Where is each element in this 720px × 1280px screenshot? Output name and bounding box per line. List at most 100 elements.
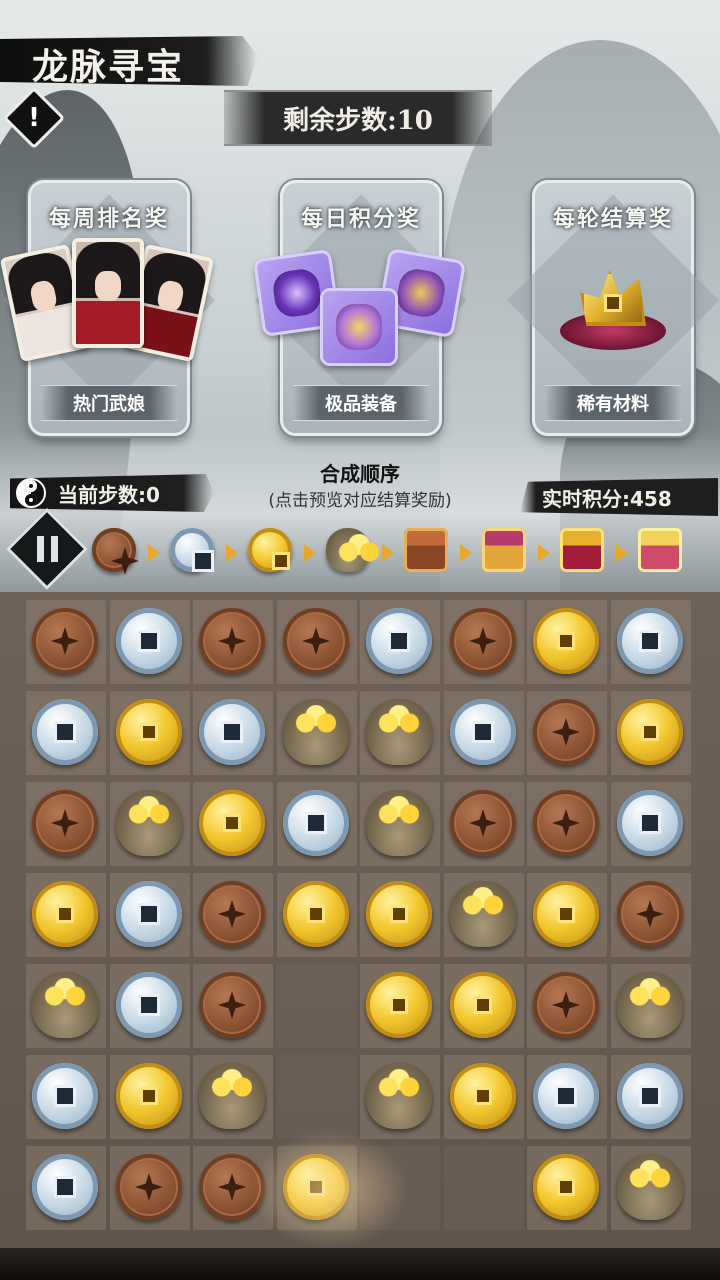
board-cell[interactable] — [110, 1146, 190, 1230]
combine-order-item[interactable] — [248, 528, 292, 572]
board-cell[interactable] — [26, 691, 106, 775]
board-cell[interactable] — [277, 691, 357, 775]
board-cell[interactable] — [193, 1055, 273, 1139]
bronze-coin-icon[interactable] — [450, 608, 516, 674]
gold-coin-icon[interactable] — [533, 881, 599, 947]
board-cell[interactable] — [444, 873, 524, 957]
gold-coin-icon[interactable] — [116, 1063, 182, 1129]
silver-coin-icon[interactable] — [617, 790, 683, 856]
board-cell[interactable] — [110, 1055, 190, 1139]
gold-coin-icon[interactable] — [366, 972, 432, 1038]
board-cell[interactable] — [444, 1146, 524, 1230]
board-cell[interactable] — [26, 1146, 106, 1230]
board-cell[interactable] — [527, 964, 607, 1048]
board-cell[interactable] — [277, 964, 357, 1048]
gold-coin-icon[interactable] — [199, 790, 265, 856]
board-cell[interactable] — [193, 873, 273, 957]
bronze-coin-icon[interactable] — [199, 1154, 265, 1220]
board-cell[interactable] — [360, 782, 440, 866]
board-cell[interactable] — [611, 873, 691, 957]
board-cell[interactable] — [110, 782, 190, 866]
board-cell[interactable] — [26, 964, 106, 1048]
silver-coin-icon[interactable] — [617, 608, 683, 674]
gold-ingot-bag-icon[interactable] — [116, 790, 182, 856]
silver-coin-icon[interactable] — [199, 699, 265, 765]
board-cell[interactable] — [527, 1055, 607, 1139]
board-cell[interactable] — [444, 691, 524, 775]
board-cell[interactable] — [193, 600, 273, 684]
board-cell[interactable] — [611, 1055, 691, 1139]
gold-ingot-bag-icon[interactable] — [199, 1063, 265, 1129]
bronze-coin-icon[interactable] — [199, 972, 265, 1038]
board-cell[interactable] — [360, 964, 440, 1048]
board-cell[interactable] — [527, 873, 607, 957]
silver-coin-icon[interactable] — [116, 972, 182, 1038]
gold-ingot-bag-icon[interactable] — [617, 972, 683, 1038]
silver-coin-icon[interactable] — [450, 699, 516, 765]
board-cell[interactable] — [277, 600, 357, 684]
combine-order-item[interactable] — [326, 528, 380, 572]
gold-coin-icon[interactable] — [450, 1063, 516, 1129]
board-cell[interactable] — [360, 873, 440, 957]
board-cell[interactable] — [611, 600, 691, 684]
silver-coin-icon[interactable] — [533, 1063, 599, 1129]
gold-ingot-bag-icon[interactable] — [617, 1154, 683, 1220]
gold-coin-icon[interactable] — [533, 1154, 599, 1220]
board-cell[interactable] — [360, 1055, 440, 1139]
board-cell[interactable] — [110, 691, 190, 775]
board-cell[interactable] — [277, 873, 357, 957]
board-cell[interactable] — [26, 782, 106, 866]
board-cell[interactable] — [26, 600, 106, 684]
board-cell[interactable] — [444, 964, 524, 1048]
silver-coin-icon[interactable] — [32, 1154, 98, 1220]
board-cell[interactable] — [611, 782, 691, 866]
gold-ingot-bag-icon[interactable] — [283, 699, 349, 765]
board-cell[interactable] — [277, 1146, 357, 1230]
board-cell[interactable] — [360, 600, 440, 684]
board-cell[interactable] — [277, 782, 357, 866]
board-cell[interactable] — [110, 600, 190, 684]
combine-order-item[interactable] — [638, 528, 682, 572]
board-cell[interactable] — [110, 873, 190, 957]
silver-coin-icon[interactable] — [617, 1063, 683, 1129]
gold-coin-icon[interactable] — [283, 881, 349, 947]
combine-order-item[interactable] — [404, 528, 448, 572]
bronze-coin-icon[interactable] — [533, 972, 599, 1038]
board-cell[interactable] — [110, 964, 190, 1048]
board-cell[interactable] — [193, 691, 273, 775]
board-cell[interactable] — [26, 873, 106, 957]
board-cell[interactable] — [527, 1146, 607, 1230]
board-cell[interactable] — [444, 600, 524, 684]
board-cell[interactable] — [193, 964, 273, 1048]
gold-ingot-bag-icon[interactable] — [366, 1063, 432, 1129]
gold-coin-icon[interactable] — [116, 699, 182, 765]
silver-coin-icon[interactable] — [366, 608, 432, 674]
gold-ingot-bag-icon[interactable] — [366, 790, 432, 856]
combine-order-item[interactable] — [170, 528, 214, 572]
silver-coin-icon[interactable] — [116, 608, 182, 674]
board-cell[interactable] — [611, 964, 691, 1048]
bronze-coin-icon[interactable] — [32, 790, 98, 856]
board-cell[interactable] — [26, 1055, 106, 1139]
silver-coin-icon[interactable] — [32, 1063, 98, 1129]
gold-ingot-bag-icon[interactable] — [450, 881, 516, 947]
bronze-coin-icon[interactable] — [533, 790, 599, 856]
bronze-coin-icon[interactable] — [283, 608, 349, 674]
board-cell[interactable] — [360, 691, 440, 775]
gold-ingot-bag-icon[interactable] — [366, 699, 432, 765]
bronze-coin-icon[interactable] — [450, 790, 516, 856]
board-cell[interactable] — [527, 691, 607, 775]
board-cell[interactable] — [444, 1055, 524, 1139]
combine-order-item[interactable] — [482, 528, 526, 572]
board-cell[interactable] — [193, 1146, 273, 1230]
bronze-coin-icon[interactable] — [116, 1154, 182, 1220]
board-cell[interactable] — [193, 782, 273, 866]
silver-coin-icon[interactable] — [32, 699, 98, 765]
gold-ingot-bag-icon[interactable] — [32, 972, 98, 1038]
bronze-coin-icon[interactable] — [32, 608, 98, 674]
silver-coin-icon[interactable] — [116, 881, 182, 947]
board-cell[interactable] — [611, 691, 691, 775]
bronze-coin-icon[interactable] — [199, 881, 265, 947]
bronze-coin-icon[interactable] — [533, 699, 599, 765]
gold-coin-icon[interactable] — [32, 881, 98, 947]
